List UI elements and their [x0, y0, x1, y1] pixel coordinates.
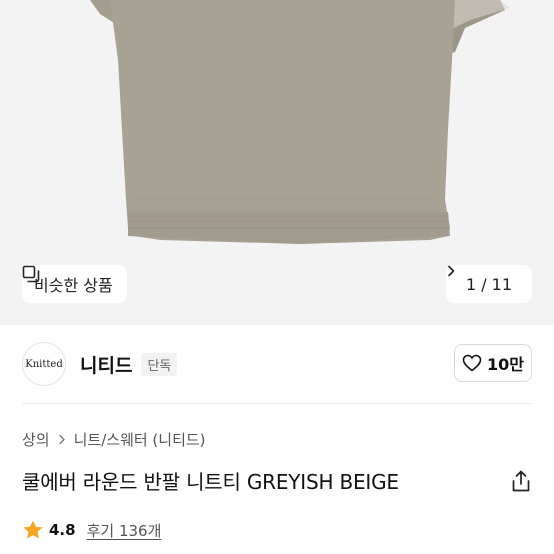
breadcrumb: 상의 니트/스웨터 (니티드): [22, 429, 206, 450]
brand-logo[interactable]: Knitted: [22, 342, 66, 386]
title-row: 쿨에버 라운드 반팔 니트티 GREYISH BEIGE: [22, 466, 532, 495]
like-button[interactable]: 10만: [454, 344, 532, 382]
similar-items-label: 비슷한 상품: [34, 276, 113, 295]
rating-row: 4.8 후기 136개: [22, 519, 161, 541]
brand-name[interactable]: 니티드: [80, 351, 132, 378]
heart-icon: [462, 354, 482, 372]
chevron-right-icon: [448, 265, 455, 277]
star-icon: [23, 520, 43, 539]
share-icon[interactable]: [510, 469, 532, 493]
pager-text: 1 / 11: [465, 274, 513, 294]
product-image-area[interactable]: 비슷한 상품 1 / 11: [0, 0, 554, 325]
rating-value: 4.8: [49, 521, 76, 539]
similar-items-icon: [22, 265, 40, 283]
image-pager[interactable]: 1 / 11: [446, 265, 532, 303]
brand-row: Knitted 니티드 단독 10만: [0, 325, 554, 403]
exclusive-badge: 단독: [141, 352, 178, 376]
breadcrumb-item-top[interactable]: 상의: [22, 429, 50, 450]
brand-logo-text: Knitted: [25, 358, 63, 370]
divider: [22, 403, 532, 404]
chevron-right-icon: [58, 434, 65, 445]
like-count: 10만: [487, 355, 524, 374]
similar-items-button[interactable]: 비슷한 상품: [22, 265, 127, 303]
review-count-link[interactable]: 후기 136개: [87, 520, 162, 541]
product-title: 쿨에버 라운드 반팔 니트티 GREYISH BEIGE: [22, 470, 399, 494]
breadcrumb-item-category[interactable]: 니트/스웨터 (니티드): [74, 429, 206, 450]
